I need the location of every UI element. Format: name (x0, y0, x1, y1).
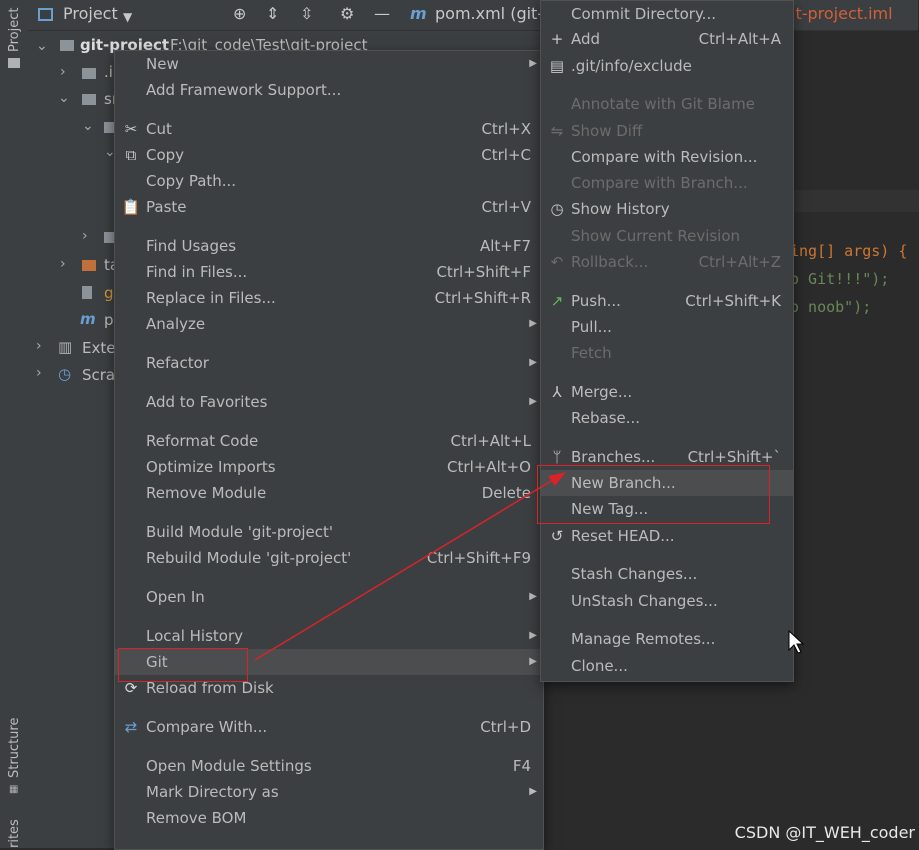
watermark: CSDN @IT_WEH_coder (734, 823, 915, 842)
annotation-arrow (254, 472, 566, 661)
mouse-cursor-icon (788, 630, 804, 654)
